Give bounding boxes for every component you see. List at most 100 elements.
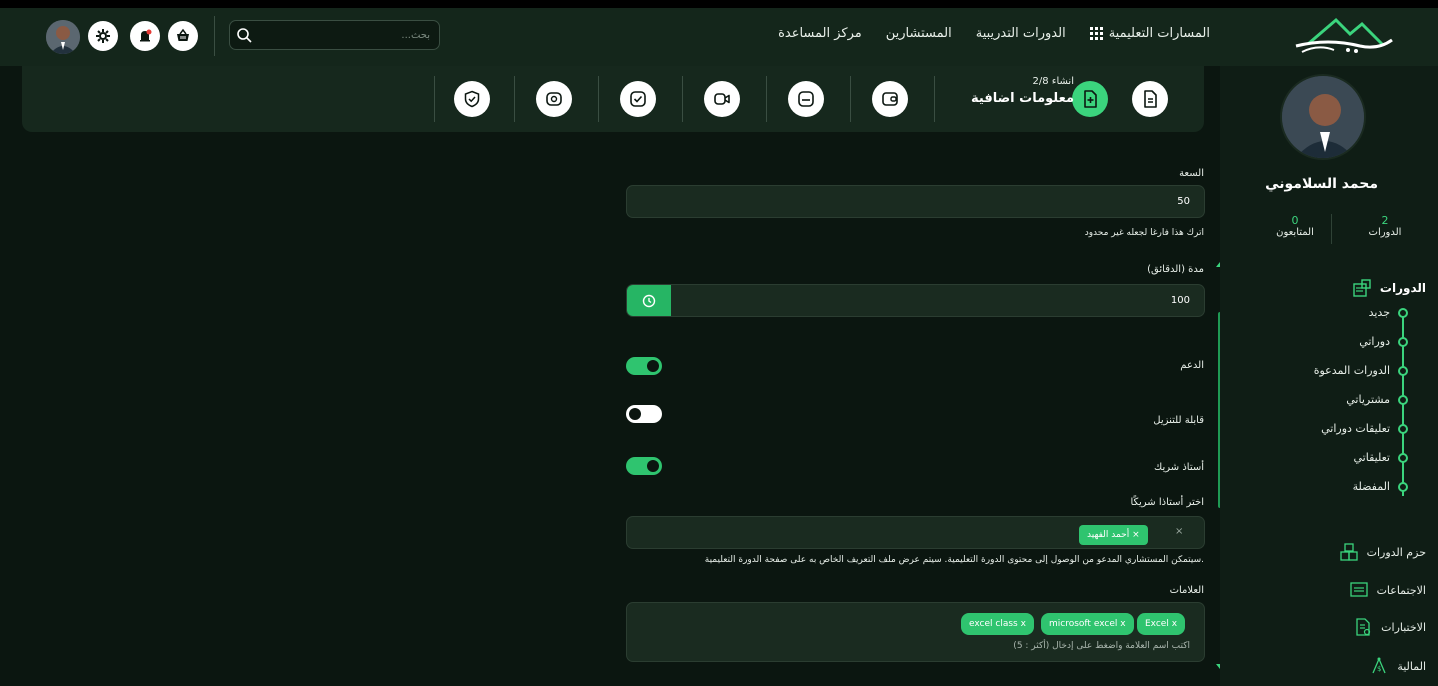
duration-value: 100: [1170, 295, 1190, 306]
profile-avatar[interactable]: [1280, 74, 1366, 160]
nav-link-learning-paths[interactable]: المسارات التعليمية: [1089, 26, 1210, 41]
submenu-item-invited-courses[interactable]: الدورات المدعوة: [1314, 364, 1408, 377]
submenu-item-course-comments[interactable]: تعليقات دوراتي: [1321, 422, 1408, 435]
shield-check-icon: [464, 90, 480, 108]
duration-clock: [627, 285, 671, 316]
profile-stats: 2 الدورات 0 المتابعون: [1240, 214, 1420, 246]
clock-icon: [642, 294, 656, 307]
user-avatar[interactable]: [46, 20, 80, 54]
nav-link-courses[interactable]: الدورات التدريبية: [976, 26, 1066, 41]
step-separator: [934, 76, 935, 122]
tag-chip[interactable]: Excel x: [1137, 613, 1186, 635]
app-frame: المسارات التعليمية الدورات التدريبية الم…: [0, 8, 1438, 686]
nav-links: المسارات التعليمية الدورات التدريبية الم…: [778, 26, 1210, 41]
partner-chip-label: أحمد الفهيد: [1087, 530, 1130, 540]
submenu-item-new[interactable]: جديد: [1369, 306, 1408, 319]
support-toggle[interactable]: [626, 357, 662, 375]
bell-icon: [140, 29, 152, 42]
sidebar-item-quizzes[interactable]: الاختبارات: [1353, 617, 1426, 637]
nav-link-help-center[interactable]: مركز المساعدة: [778, 26, 862, 41]
stat-followers[interactable]: 0 المتابعون: [1260, 214, 1330, 238]
user-photo-icon: [46, 20, 80, 54]
grid-icon: [1089, 27, 1103, 40]
tree-dot: [1398, 394, 1408, 405]
step-content[interactable]: [788, 81, 824, 117]
site-logo[interactable]: [1288, 14, 1398, 56]
step-prerequisites[interactable]: [620, 81, 656, 117]
step-separator: [514, 76, 515, 122]
search-icon[interactable]: [236, 27, 252, 43]
capacity-hint: اترك هذا فارغا لجعله غير محدود: [1084, 228, 1204, 238]
sidebar-item-courses[interactable]: الدورات: [1352, 278, 1426, 298]
top-navbar: المسارات التعليمية الدورات التدريبية الم…: [0, 8, 1438, 66]
tree-dot: [1398, 481, 1408, 492]
document-add-icon: [1084, 90, 1097, 108]
courses-icon: [1353, 279, 1371, 297]
capacity-label: السعة: [1179, 168, 1204, 179]
sidebar-item-bundles[interactable]: حزم الدورات: [1339, 542, 1426, 562]
partner-label: أستاذ شريك: [1154, 462, 1204, 473]
toggle-knob: [629, 408, 641, 420]
step-extra-info[interactable]: [1072, 81, 1108, 117]
nav-link-label: المسارات التعليمية: [1108, 26, 1210, 41]
profile-sidebar: محمد السلاموني 2 الدورات 0 المتابعون الد…: [1220, 66, 1438, 686]
duration-input[interactable]: 100: [626, 284, 1205, 317]
downloadable-toggle[interactable]: [626, 405, 662, 423]
clear-selection-icon[interactable]: ×: [1175, 526, 1183, 537]
nav-link-label: الدورات التدريبية: [975, 26, 1066, 41]
step-pricing[interactable]: [872, 81, 908, 117]
stat-courses[interactable]: 2 الدورات: [1350, 214, 1420, 238]
nav-link-label: مركز المساعدة: [778, 26, 862, 41]
partner-select[interactable]: × أحمد الفهيد ×: [626, 516, 1205, 549]
partner-chip[interactable]: أحمد الفهيد ×: [1079, 525, 1148, 545]
tag-chip-label: excel class: [969, 619, 1018, 629]
course-wizard-steps: انشاء 2/8 معلومات اضافية: [22, 66, 1204, 132]
sidebar-item-meetings[interactable]: الاجتماعات: [1349, 580, 1426, 600]
step-certificate[interactable]: [536, 81, 572, 117]
quiz-icon: [1356, 618, 1371, 636]
capacity-value: 50: [1177, 196, 1190, 207]
step-separator: [850, 76, 851, 122]
cart-button[interactable]: [168, 21, 198, 51]
step-title: معلومات اضافية: [971, 91, 1074, 106]
tags-input[interactable]: Excel x microsoft excel x excel class x …: [626, 602, 1205, 662]
sidebar-item-finance[interactable]: $ المالية: [1369, 656, 1426, 676]
tag-chip[interactable]: excel class x: [961, 613, 1034, 635]
submenu-item-purchases[interactable]: مشترياتي: [1346, 393, 1408, 406]
capacity-input[interactable]: 50: [626, 185, 1205, 218]
submenu-item-my-courses[interactable]: دوراتي: [1359, 335, 1408, 348]
step-video[interactable]: [704, 81, 740, 117]
partner-toggle[interactable]: [626, 457, 662, 475]
tags-label: العلامات: [1169, 585, 1204, 596]
profile-name: محمد السلاموني: [1265, 176, 1378, 192]
toggle-knob: [647, 360, 659, 372]
tag-chip[interactable]: microsoft excel x: [1041, 613, 1134, 635]
settings-button[interactable]: [88, 21, 118, 51]
step-separator: [682, 76, 683, 122]
sidebar-item-label: الاختبارات: [1381, 620, 1426, 634]
notifications-button[interactable]: [130, 21, 160, 51]
partner-hint: سيتمكن المستشاري المدعو من الوصول إلى مح…: [704, 555, 1204, 565]
step-separator: [766, 76, 767, 122]
finance-icon: $: [1372, 657, 1386, 674]
submenu-item-favorites[interactable]: المفضلة: [1353, 480, 1408, 493]
folder-icon: [798, 91, 814, 107]
video-icon: [714, 93, 730, 105]
step-separator: [598, 76, 599, 122]
step-count: انشاء 2/8: [1032, 76, 1074, 87]
step-basic-info[interactable]: [1132, 81, 1168, 117]
step-separator: [434, 76, 435, 122]
tags-hint: اكتب اسم العلامة واضغط على إدخال (أكثر :…: [1013, 641, 1190, 651]
ticket-icon: [546, 92, 562, 106]
submenu-item-my-comments[interactable]: تعليقاتي: [1354, 451, 1408, 464]
document-icon: [1144, 90, 1157, 108]
downloadable-label: قابلة للتنزيل: [1153, 415, 1204, 426]
toggle-knob: [647, 460, 659, 472]
search-input[interactable]: [254, 21, 430, 49]
tree-dot: [1398, 365, 1408, 376]
nav-divider: [214, 16, 215, 56]
step-publish[interactable]: [454, 81, 490, 117]
user-photo-icon: [1282, 76, 1364, 158]
nav-link-consultants[interactable]: المستشارين: [886, 26, 952, 41]
meeting-board-icon: [1349, 582, 1368, 597]
